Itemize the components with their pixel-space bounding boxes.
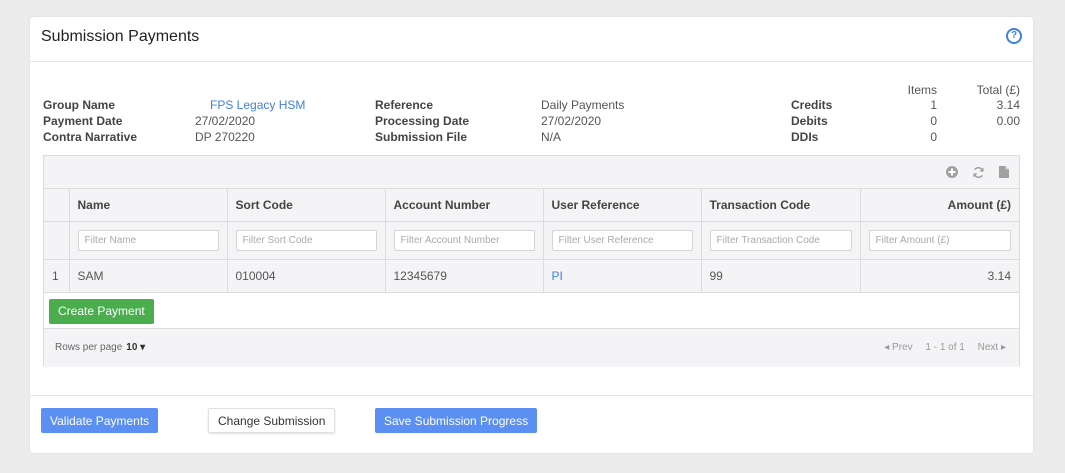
submission-payments-card: Submission Payments ? Group Name FPS Leg… bbox=[30, 17, 1033, 453]
page-range: 1 - 1 of 1 bbox=[925, 341, 965, 353]
cell-amount: 3.14 bbox=[860, 259, 1019, 293]
card-header: Submission Payments ? bbox=[30, 17, 1033, 62]
table-row[interactable]: 1 SAM 010004 12345679 PI 99 3.14 bbox=[44, 259, 1019, 293]
filter-sort-code-cell bbox=[227, 221, 386, 260]
submission-summary: Group Name FPS Legacy HSM Payment Date 2… bbox=[30, 62, 1033, 152]
ddis-items: 0 bbox=[930, 130, 937, 144]
index-column-header bbox=[44, 189, 70, 222]
file-icon[interactable] bbox=[997, 165, 1011, 179]
filter-name-input[interactable] bbox=[77, 229, 219, 251]
add-icon[interactable] bbox=[945, 165, 959, 179]
rows-per-page: Rows per page 10 ▾ bbox=[55, 342, 145, 353]
pager-nav: ◂ Prev 1 - 1 of 1 Next ▸ bbox=[874, 342, 1006, 353]
cell-transaction-code: 99 bbox=[701, 259, 861, 293]
total-header: Total (£) bbox=[976, 83, 1020, 97]
filter-account-number-cell bbox=[385, 221, 544, 260]
debits-total: 0.00 bbox=[996, 114, 1020, 128]
page-title: Submission Payments bbox=[41, 28, 200, 45]
card-footer: Validate Payments Change Submission Save… bbox=[30, 395, 1033, 453]
reference-value: Daily Payments bbox=[541, 98, 625, 112]
header-row: Name Sort Code Account Number User Refer… bbox=[44, 189, 1019, 222]
save-submission-progress-button[interactable]: Save Submission Progress bbox=[375, 408, 538, 433]
submission-file-value: N/A bbox=[541, 130, 562, 144]
ddis-label: DDIs bbox=[791, 130, 819, 144]
filter-index-cell bbox=[44, 221, 70, 260]
filter-row bbox=[44, 221, 1019, 260]
cell-name: SAM bbox=[69, 259, 228, 293]
refresh-icon[interactable] bbox=[971, 165, 985, 179]
cell-sort-code: 010004 bbox=[227, 259, 386, 293]
debits-label: Debits bbox=[791, 114, 828, 128]
filter-user-reference-input[interactable] bbox=[551, 229, 693, 251]
filter-transaction-code-cell bbox=[701, 221, 861, 260]
create-payment-button[interactable]: Create Payment bbox=[49, 298, 154, 324]
filter-sort-code-input[interactable] bbox=[235, 229, 377, 251]
help-icon[interactable]: ? bbox=[1006, 28, 1022, 44]
grid-toolbar bbox=[44, 156, 1019, 189]
next-page-button[interactable]: Next ▸ bbox=[978, 342, 1006, 353]
column-header-name[interactable]: Name bbox=[69, 189, 228, 222]
filter-account-number-input[interactable] bbox=[393, 229, 535, 251]
validate-payments-button[interactable]: Validate Payments bbox=[41, 408, 159, 433]
column-header-sort-code[interactable]: Sort Code bbox=[227, 189, 386, 222]
debits-items: 0 bbox=[930, 114, 937, 128]
cell-account-number: 12345679 bbox=[385, 259, 544, 293]
cell-user-reference: PI bbox=[543, 259, 702, 293]
contra-narrative-label: Contra Narrative bbox=[43, 130, 138, 144]
group-name-label: Group Name bbox=[43, 98, 116, 112]
column-header-transaction-code[interactable]: Transaction Code bbox=[701, 189, 861, 222]
create-payment-row: Create Payment bbox=[44, 293, 1019, 329]
filter-amount-input[interactable] bbox=[868, 229, 1011, 251]
items-header: Items bbox=[907, 83, 937, 97]
filter-amount-cell bbox=[860, 221, 1019, 260]
filter-name-cell bbox=[69, 221, 228, 260]
prev-page-button[interactable]: ◂ Prev bbox=[884, 342, 912, 353]
rows-per-page-select[interactable]: 10 ▾ bbox=[126, 342, 145, 353]
filter-user-reference-cell bbox=[543, 221, 702, 260]
column-header-amount[interactable]: Amount (£) bbox=[860, 189, 1019, 222]
credits-label: Credits bbox=[791, 98, 833, 112]
reference-label: Reference bbox=[375, 98, 434, 112]
payments-table: Name Sort Code Account Number User Refer… bbox=[44, 189, 1019, 293]
payment-date-label: Payment Date bbox=[43, 114, 123, 128]
credits-total: 3.14 bbox=[996, 98, 1020, 112]
submission-file-label: Submission File bbox=[375, 130, 468, 144]
filter-transaction-code-input[interactable] bbox=[709, 229, 852, 251]
processing-date-value: 27/02/2020 bbox=[541, 114, 602, 128]
rows-per-page-label: Rows per page bbox=[55, 341, 123, 353]
change-submission-button[interactable]: Change Submission bbox=[208, 408, 336, 433]
payment-date-value: 27/02/2020 bbox=[195, 114, 256, 128]
column-header-account-number[interactable]: Account Number bbox=[385, 189, 544, 222]
row-index: 1 bbox=[44, 259, 70, 293]
column-header-user-reference[interactable]: User Reference bbox=[543, 189, 702, 222]
group-name-link[interactable]: FPS Legacy HSM bbox=[210, 98, 305, 112]
credits-items: 1 bbox=[930, 98, 937, 112]
payments-grid: Name Sort Code Account Number User Refer… bbox=[43, 155, 1020, 367]
processing-date-label: Processing Date bbox=[375, 114, 470, 128]
contra-narrative-value: DP 270220 bbox=[195, 130, 255, 144]
pager: Rows per page 10 ▾ ◂ Prev 1 - 1 of 1 Next… bbox=[44, 328, 1019, 367]
